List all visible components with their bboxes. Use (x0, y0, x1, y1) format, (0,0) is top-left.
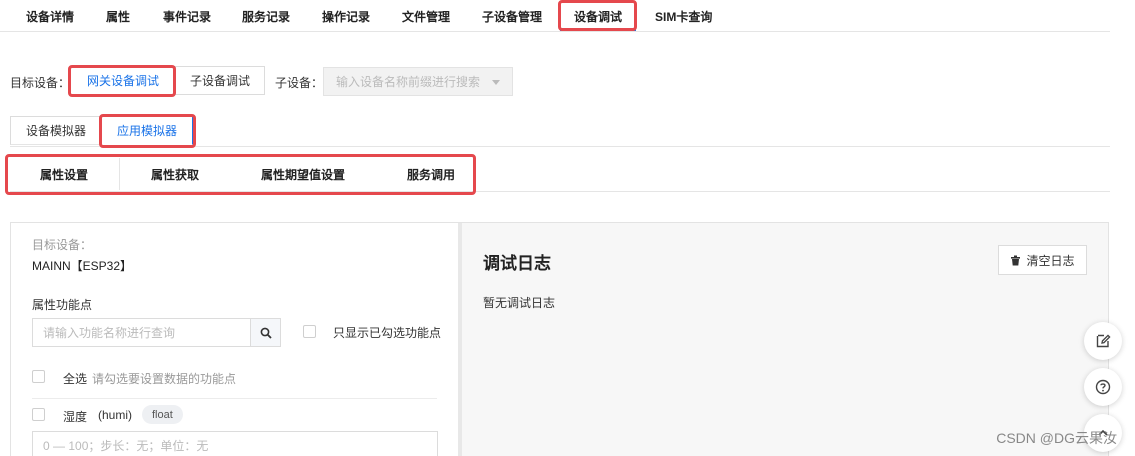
tab-property-desired-set[interactable]: 属性期望值设置 (261, 166, 345, 183)
clear-log-label: 清空日志 (1026, 253, 1075, 268)
debug-log-pane: 调试日志 清空日志 暂无调试日志 (462, 223, 1108, 456)
tab-device-details[interactable]: 设备详情 (26, 8, 74, 26)
divider (119, 158, 120, 190)
target-device-label: 目标设备： (10, 76, 71, 90)
tab-property-get[interactable]: 属性获取 (151, 166, 199, 183)
tab-file-management[interactable]: 文件管理 (402, 8, 450, 26)
select-all-checkbox[interactable] (32, 370, 45, 383)
help-icon (1095, 379, 1111, 395)
property-identifier: (humi) (98, 408, 133, 422)
property-name: 湿度 (63, 410, 88, 424)
tab-operation-records[interactable]: 操作记录 (322, 8, 370, 26)
property-type-badge: float (142, 405, 183, 424)
divider (10, 191, 1110, 192)
humi-checkbox[interactable] (32, 408, 45, 421)
divider (10, 146, 1110, 147)
empty-log-text: 暂无调试日志 (483, 296, 556, 310)
tab-property-set[interactable]: 属性设置 (40, 166, 88, 183)
property-value-input[interactable]: 0 — 100；步长：无；单位：无 (32, 431, 438, 456)
function-points-label: 属性功能点 (32, 298, 93, 312)
tab-service-invoke[interactable]: 服务调用 (407, 166, 455, 183)
subdevice-select-placeholder: 输入设备名称前缀进行搜索 (336, 75, 481, 89)
help-button[interactable] (1084, 368, 1122, 406)
trash-icon (1011, 255, 1021, 265)
property-pane: 目标设备： MAINN【ESP32】 属性功能点 请输入功能名称进行查询 只显示… (11, 223, 458, 456)
tab-event-records[interactable]: 事件记录 (163, 8, 211, 26)
search-button[interactable] (250, 318, 281, 347)
search-icon (260, 327, 272, 339)
chevron-down-icon (492, 80, 500, 85)
debug-log-title: 调试日志 (483, 254, 551, 273)
app-simulator-tab[interactable]: 应用模拟器 (101, 116, 193, 145)
clear-log-button[interactable]: 清空日志 (998, 245, 1087, 275)
select-all-label: 全选 (63, 372, 88, 386)
tab-properties[interactable]: 属性 (106, 8, 130, 26)
tab-device-debug[interactable]: 设备调试 (559, 8, 637, 31)
feedback-button[interactable] (1084, 322, 1122, 360)
edit-icon (1096, 334, 1111, 348)
debug-panel: 目标设备： MAINN【ESP32】 属性功能点 请输入功能名称进行查询 只显示… (10, 222, 1109, 456)
tab-service-records[interactable]: 服务记录 (242, 8, 290, 26)
device-simulator-tab[interactable]: 设备模拟器 (10, 116, 102, 145)
select-hint: 请勾选要设置数据的功能点 (92, 372, 237, 386)
only-checked-checkbox[interactable] (303, 325, 316, 338)
subdevice-debug-button[interactable]: 子设备调试 (175, 66, 265, 95)
target-device-caption: 目标设备： (32, 238, 93, 252)
watermark: CSDN @DG云果汝 (996, 430, 1117, 446)
tab-subdevice-management[interactable]: 子设备管理 (482, 8, 542, 26)
subdevice-label: 子设备： (275, 76, 324, 90)
only-checked-label: 只显示已勾选功能点 (333, 326, 442, 340)
gateway-debug-button[interactable]: 网关设备调试 (70, 66, 176, 95)
divider (32, 398, 437, 399)
tab-sim-query[interactable]: SIM卡查询 (655, 8, 712, 26)
target-device-value: MAINN【ESP32】 (32, 259, 133, 273)
subdevice-select[interactable]: 输入设备名称前缀进行搜索 (323, 67, 513, 96)
top-tab-bar: 设备详情 属性 事件记录 服务记录 操作记录 文件管理 子设备管理 设备调试 S… (0, 0, 1110, 32)
function-search-input[interactable]: 请输入功能名称进行查询 (32, 318, 251, 347)
